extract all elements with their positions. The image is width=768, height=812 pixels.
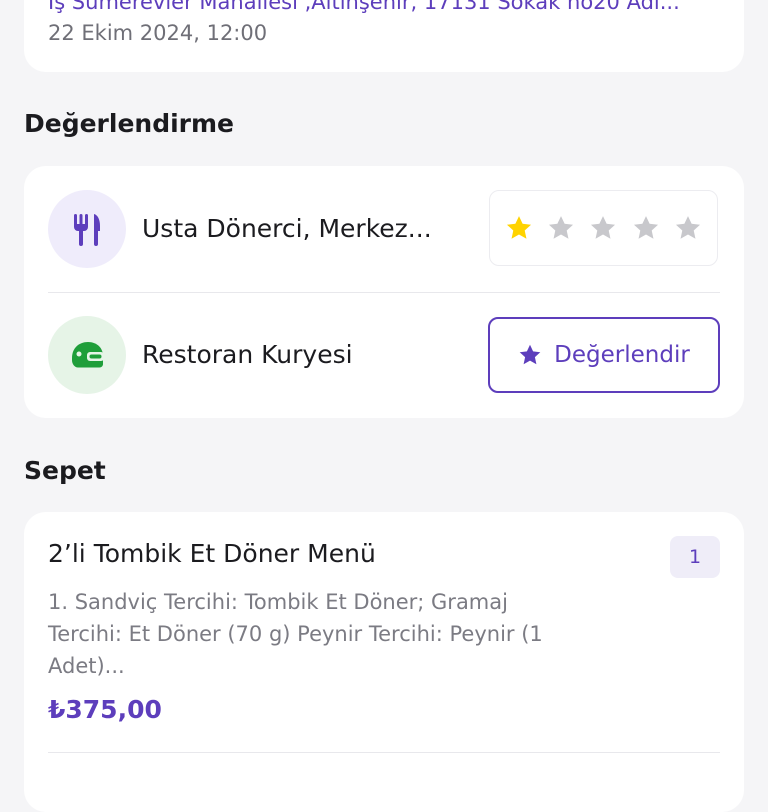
restaurant-name: Usta Dönerci, Merkez...	[142, 214, 432, 243]
restaurant-avatar	[48, 190, 126, 268]
order-info-card: İş Sümerevler Mahallesi ,Altınşehir, 171…	[24, 0, 744, 72]
courier-rating-row: Restoran Kuryesi Değerlendir	[24, 292, 744, 418]
star-icon[interactable]	[632, 214, 660, 242]
star-icon[interactable]	[674, 214, 702, 242]
star-icon[interactable]	[589, 214, 617, 242]
courier-name: Restoran Kuryesi	[142, 340, 353, 369]
courier-avatar	[48, 316, 126, 394]
courier-helmet-icon	[72, 342, 104, 368]
rating-section-title: Değerlendirme	[24, 109, 235, 138]
restaurant-rating-row: Usta Dönerci, Merkez...	[24, 166, 744, 292]
star-icon	[519, 344, 541, 365]
rating-card: Usta Dönerci, Merkez... Restoran Kuryesi…	[24, 166, 744, 418]
basket-section-title: Sepet	[24, 456, 106, 485]
basket-item-price: ₺375,00	[48, 695, 162, 724]
divider	[48, 752, 720, 753]
quantity-badge: 1	[670, 536, 720, 578]
star-icon[interactable]	[547, 214, 575, 242]
star-icon-filled[interactable]	[505, 214, 533, 242]
restaurant-star-rating[interactable]	[489, 190, 718, 266]
basket-item-description: 1. Sandviç Tercihi: Tombik Et Döner; Gra…	[48, 590, 543, 678]
rate-button-label: Değerlendir	[554, 342, 690, 368]
basket-card: 2’li Tombik Et Döner Menü 1 1. Sandviç T…	[24, 512, 744, 812]
delivery-address: İş Sümerevler Mahallesi ,Altınşehir, 171…	[48, 0, 680, 14]
fork-knife-icon	[74, 214, 100, 246]
basket-item-name[interactable]: 2’li Tombik Et Döner Menü	[48, 538, 376, 570]
rate-courier-button[interactable]: Değerlendir	[488, 317, 720, 393]
order-datetime: 22 Ekim 2024, 12:00	[48, 21, 268, 45]
